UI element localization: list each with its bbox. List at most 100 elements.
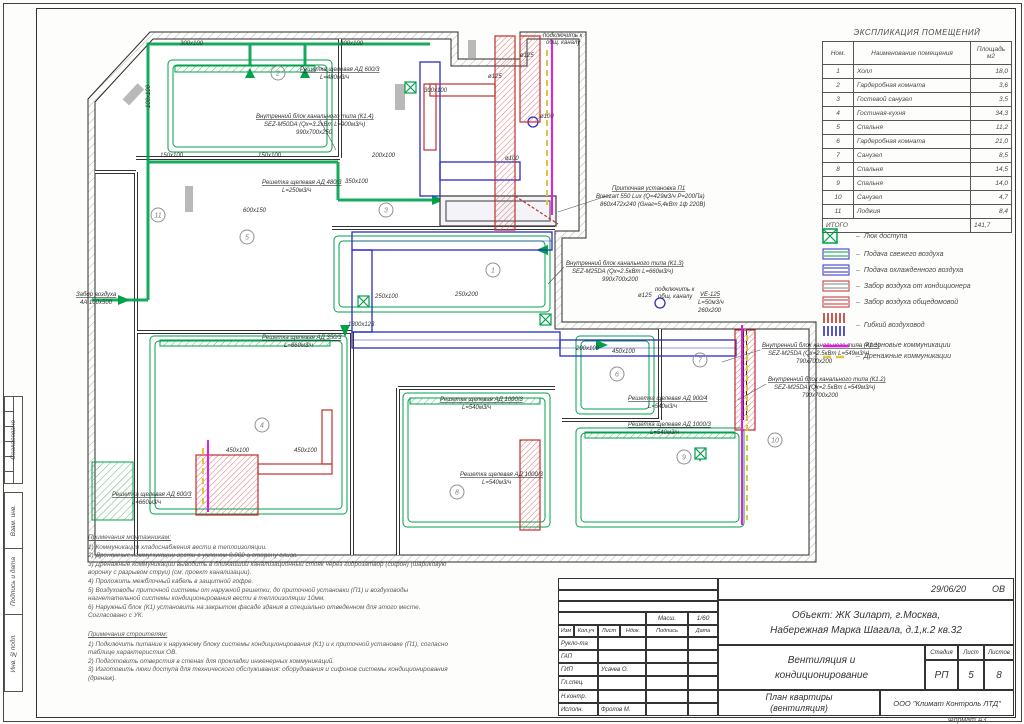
note-line: 3) Дренажные коммуникации выводить в бли…: [88, 561, 550, 570]
legend-item: – Гибкий воздуховод: [822, 312, 1017, 338]
notes-montage-title: Примечания монтажникам:: [88, 534, 550, 543]
legend-item: – Забор воздуха общедомовой: [822, 296, 1017, 308]
role-4: Н.контр.: [558, 690, 598, 703]
note-line: 1) Подключить питание к наружному блоку …: [88, 641, 550, 650]
legend-item: – Люк доступа: [822, 228, 1017, 244]
legend-item: – Подача охлажденного воздуха: [822, 264, 1017, 276]
format-label: Формат А3: [948, 717, 986, 724]
role-5: Исполн.: [558, 703, 598, 716]
margin-label-approved: Согласовано: [10, 420, 17, 460]
company-name: ООО "Климат Контроль ЛТД": [880, 690, 1014, 716]
margin-label-subst-inv: Взам. инв.: [10, 505, 17, 536]
explication-row: 1Холл18,0: [823, 65, 1012, 79]
sheets-value: 8: [984, 660, 1014, 690]
note-line: Согласовано с УК.: [88, 612, 550, 621]
explication-title: ЭКСПЛИКАЦИЯ ПОМЕЩЕНИЙ: [822, 28, 1012, 37]
explication-row: 6Гардеробная комната21,0: [823, 135, 1012, 149]
legend-item: – Подача свежего воздуха: [822, 248, 1017, 260]
note-line: 4) Проложить межблочный кабель в защитно…: [88, 578, 550, 587]
explication-row: 9Спальня14,0: [823, 177, 1012, 191]
explication-row: 4Гостиная-кухня34,3: [823, 107, 1012, 121]
role-1: ГАП: [558, 650, 598, 663]
name-1: [598, 650, 646, 663]
col-header-num: Ном.: [823, 42, 854, 65]
explication-row: 3Гостевой санузел3,5: [823, 93, 1012, 107]
col-podpis: Подпись: [646, 625, 688, 637]
margin-label-inv-num: Инв. №подл.: [10, 634, 17, 673]
legend-label: Фреоновые коммуникации: [864, 342, 951, 349]
note-line: нагнетательной системы кондиционирования…: [88, 595, 550, 604]
name-2: Усачев О.: [598, 663, 646, 676]
explication-row: 8Спальня14,5: [823, 163, 1012, 177]
col-data: Дата: [688, 625, 718, 637]
notes-builders: Примечания строителям: 1) Подключить пит…: [88, 631, 550, 684]
note-line: 2) Дренажные коммуникации вести с уклоно…: [88, 552, 550, 561]
legend-label: Подача охлажденного воздуха: [864, 267, 963, 274]
margin-box-subst-inv: Взам. инв.: [4, 492, 23, 550]
object-line1: Объект: ЖК Зиларт, г.Москва,: [792, 608, 940, 623]
sheet-label: Лист: [958, 645, 984, 660]
scale-value: 1/60: [688, 612, 718, 625]
drawing-sheet: { "sheet": { "format_label": "Формат А3"…: [0, 0, 1024, 724]
freon-line-icon: [822, 343, 852, 349]
flexible-duct-icon: [822, 312, 852, 338]
margin-label-sign-date: Подпись и дата: [10, 557, 17, 606]
legend-label: Люк доступа: [864, 233, 908, 240]
return-air-conditioner-icon: [822, 280, 852, 292]
margin-box-inv-num: Инв. №подл.: [4, 614, 23, 692]
section-line2: кондиционирование: [775, 668, 868, 683]
note-line: (дренаж).: [88, 675, 550, 684]
name-4: [598, 690, 646, 703]
scale-label: Масш.: [646, 612, 688, 625]
explication-row: 2Гардеробная комната3,6: [823, 79, 1012, 93]
name-5: Фролов М.: [598, 703, 646, 716]
section-line1: Вентиляция и: [788, 653, 856, 668]
col-koluch: Кол.уч: [574, 625, 598, 637]
legend-label: Забор воздуха от кондиционера: [864, 283, 971, 290]
explication-row: 7Санузел8,5: [823, 149, 1012, 163]
notes-panel: Примечания монтажникам: 1) Коммуникации …: [88, 534, 550, 694]
name-0: [598, 637, 646, 650]
stage-label: Стадия: [925, 645, 958, 660]
access-hatch-icon: [822, 228, 852, 244]
col-header-area: Площадь м2: [971, 42, 1012, 65]
explication-panel: ЭКСПЛИКАЦИЯ ПОМЕЩЕНИЙ Ном. Наименование …: [822, 28, 1012, 233]
drain-line-icon: [822, 354, 852, 360]
note-line: таблице характеристик ОВ.: [88, 649, 550, 658]
notes-builders-title: Примечания строителям:: [88, 631, 550, 640]
doc-title-line2: (вентиляция): [770, 703, 828, 714]
note-line: 5) Воздуховоды приточной системы от нару…: [88, 587, 550, 596]
return-air-building-icon: [822, 296, 852, 308]
object-line2: Набережная Марка Шагала, д.1,к.2 кв.32: [770, 623, 962, 638]
note-line: 1) Коммуникации хладоснабжения вести в т…: [88, 544, 550, 553]
doc-date: 29/06/20: [931, 584, 966, 594]
col-list: Лист: [598, 625, 620, 637]
notes-montage-lines: 1) Коммуникации хладоснабжения вести в т…: [88, 544, 550, 621]
legend-label: Дренажные коммуникации: [864, 353, 951, 360]
legend-label: Гибкий воздуховод: [864, 322, 925, 329]
note-line: 6) Наружный блок (К1) установить на закр…: [88, 604, 550, 613]
explication-table: Ном. Наименование помещения Площадь м2 1…: [822, 41, 1012, 233]
legend-label: Подача свежего воздуха: [864, 251, 944, 258]
sheets-label: Листов: [984, 645, 1014, 660]
legend-panel: – Люк доступа – Подача свежего воздуха –…: [822, 228, 1017, 364]
notes-montage: Примечания монтажникам: 1) Коммуникации …: [88, 534, 550, 621]
cooled-air-duct-icon: [822, 264, 852, 276]
margin-box-sign-date: Подпись и дата: [4, 548, 23, 616]
legend-item: – Фреоновые коммуникации: [822, 342, 1017, 349]
stage-value: РП: [925, 660, 958, 690]
name-3: [598, 676, 646, 690]
role-2: ГИП: [558, 663, 598, 676]
col-header-name: Наименование помещения: [854, 42, 971, 65]
role-3: Гл.спец.: [558, 676, 598, 690]
col-izm: Изм: [558, 625, 574, 637]
margin-box-approved: Согласовано: [4, 396, 23, 484]
legend-label: Забор воздуха общедомовой: [864, 299, 958, 306]
role-0: Рукло-та: [558, 637, 598, 650]
notes-builders-lines: 1) Подключить питание к наружному блоку …: [88, 641, 550, 684]
sheet-value: 5: [958, 660, 984, 690]
legend-item: – Дренажные коммуникации: [822, 353, 1017, 360]
doc-code: ОВ: [992, 584, 1005, 594]
explication-row: 5Спальня11,2: [823, 121, 1012, 135]
col-ndok: Ндок.: [620, 625, 646, 637]
